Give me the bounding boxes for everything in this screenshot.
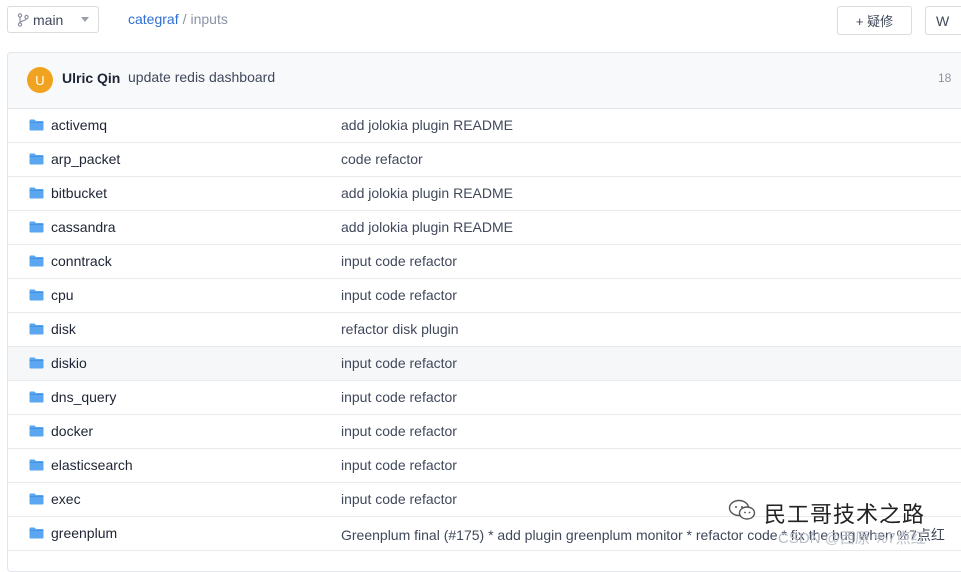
branch-icon bbox=[17, 12, 29, 27]
file-commit-message[interactable]: code refactor bbox=[341, 151, 423, 167]
file-name-link[interactable]: bitbucket bbox=[51, 185, 107, 201]
folder-icon bbox=[29, 357, 44, 369]
branch-name: main bbox=[33, 11, 64, 28]
latest-commit-header: U Ulric Qin update redis dashboard 18 bbox=[8, 53, 961, 109]
folder-icon bbox=[29, 255, 44, 267]
commit-author[interactable]: Ulric Qin bbox=[62, 70, 120, 86]
file-commit-message[interactable]: input code refactor bbox=[341, 355, 457, 371]
file-name-link[interactable]: cassandra bbox=[51, 219, 116, 235]
folder-icon bbox=[29, 459, 44, 471]
file-commit-message[interactable]: input code refactor bbox=[341, 457, 457, 473]
branch-selector[interactable]: main bbox=[7, 6, 99, 33]
file-name-link[interactable]: arp_packet bbox=[51, 151, 120, 167]
chevron-down-icon bbox=[81, 17, 89, 22]
folder-icon bbox=[29, 187, 44, 199]
file-name-link[interactable]: greenplum bbox=[51, 525, 117, 541]
file-name-link[interactable]: exec bbox=[51, 491, 81, 507]
folder-icon bbox=[29, 323, 44, 335]
file-commit-message[interactable]: input code refactor bbox=[341, 287, 457, 303]
file-commit-message[interactable]: input code refactor bbox=[341, 253, 457, 269]
file-name-link[interactable]: activemq bbox=[51, 117, 107, 133]
table-row[interactable]: activemq add jolokia plugin README bbox=[8, 109, 961, 143]
file-name-link[interactable]: docker bbox=[51, 423, 93, 439]
file-commit-message[interactable]: input code refactor bbox=[341, 491, 457, 507]
table-row[interactable]: diskio input code refactor bbox=[8, 347, 961, 381]
folder-icon bbox=[29, 425, 44, 437]
file-name-link[interactable]: dns_query bbox=[51, 389, 116, 405]
folder-icon bbox=[29, 153, 44, 165]
file-list: activemq add jolokia plugin README arp_pac… bbox=[8, 109, 961, 551]
folder-icon bbox=[29, 289, 44, 301]
file-commit-message[interactable]: add jolokia plugin README bbox=[341, 185, 513, 201]
folder-icon bbox=[29, 119, 44, 131]
watermark-title: 民工哥技术之路 bbox=[764, 502, 926, 527]
folder-icon bbox=[29, 221, 44, 233]
table-row[interactable]: arp_packet code refactor bbox=[8, 143, 961, 177]
file-commit-message[interactable]: input code refactor bbox=[341, 389, 457, 405]
file-name-link[interactable]: disk bbox=[51, 321, 76, 337]
file-name-link[interactable]: conntrack bbox=[51, 253, 112, 269]
folder-icon bbox=[29, 493, 44, 505]
table-row[interactable]: disk refactor disk plugin bbox=[8, 313, 961, 347]
avatar[interactable]: U bbox=[27, 67, 53, 93]
table-row[interactable]: elasticsearch input code refactor bbox=[8, 449, 961, 483]
file-commit-message[interactable]: add jolokia plugin README bbox=[341, 219, 513, 235]
table-row[interactable]: bitbucket add jolokia plugin README bbox=[8, 177, 961, 211]
file-commit-message[interactable]: input code refactor bbox=[341, 423, 457, 439]
commit-time: 18 bbox=[938, 71, 952, 85]
add-file-button[interactable]: + 疑修 bbox=[837, 6, 912, 35]
table-row[interactable]: dns_query input code refactor bbox=[8, 381, 961, 415]
breadcrumb-current: inputs bbox=[190, 11, 228, 27]
file-name-link[interactable]: cpu bbox=[51, 287, 74, 303]
breadcrumb-repo-link[interactable]: categraf bbox=[128, 11, 179, 27]
table-row[interactable]: cassandra add jolokia plugin README bbox=[8, 211, 961, 245]
table-row[interactable]: conntrack input code refactor bbox=[8, 245, 961, 279]
table-row[interactable]: cpu input code refactor bbox=[8, 279, 961, 313]
wechat-icon bbox=[728, 499, 756, 520]
file-commit-message[interactable]: add jolokia plugin README bbox=[341, 117, 513, 133]
folder-icon bbox=[29, 391, 44, 403]
file-name-link[interactable]: elasticsearch bbox=[51, 457, 133, 473]
breadcrumb-separator: / bbox=[182, 11, 187, 27]
folder-icon bbox=[29, 527, 44, 539]
breadcrumb: categraf / inputs bbox=[128, 11, 228, 27]
clone-button[interactable]: W bbox=[925, 6, 961, 35]
table-row[interactable]: docker input code refactor bbox=[8, 415, 961, 449]
file-commit-message[interactable]: refactor disk plugin bbox=[341, 321, 459, 337]
file-name-link[interactable]: diskio bbox=[51, 355, 87, 371]
commit-message[interactable]: update redis dashboard bbox=[128, 69, 275, 85]
watermark-subtitle: CSDN @西原 %7点红 bbox=[778, 530, 926, 547]
file-table: U Ulric Qin update redis dashboard 18 ac… bbox=[7, 52, 961, 572]
